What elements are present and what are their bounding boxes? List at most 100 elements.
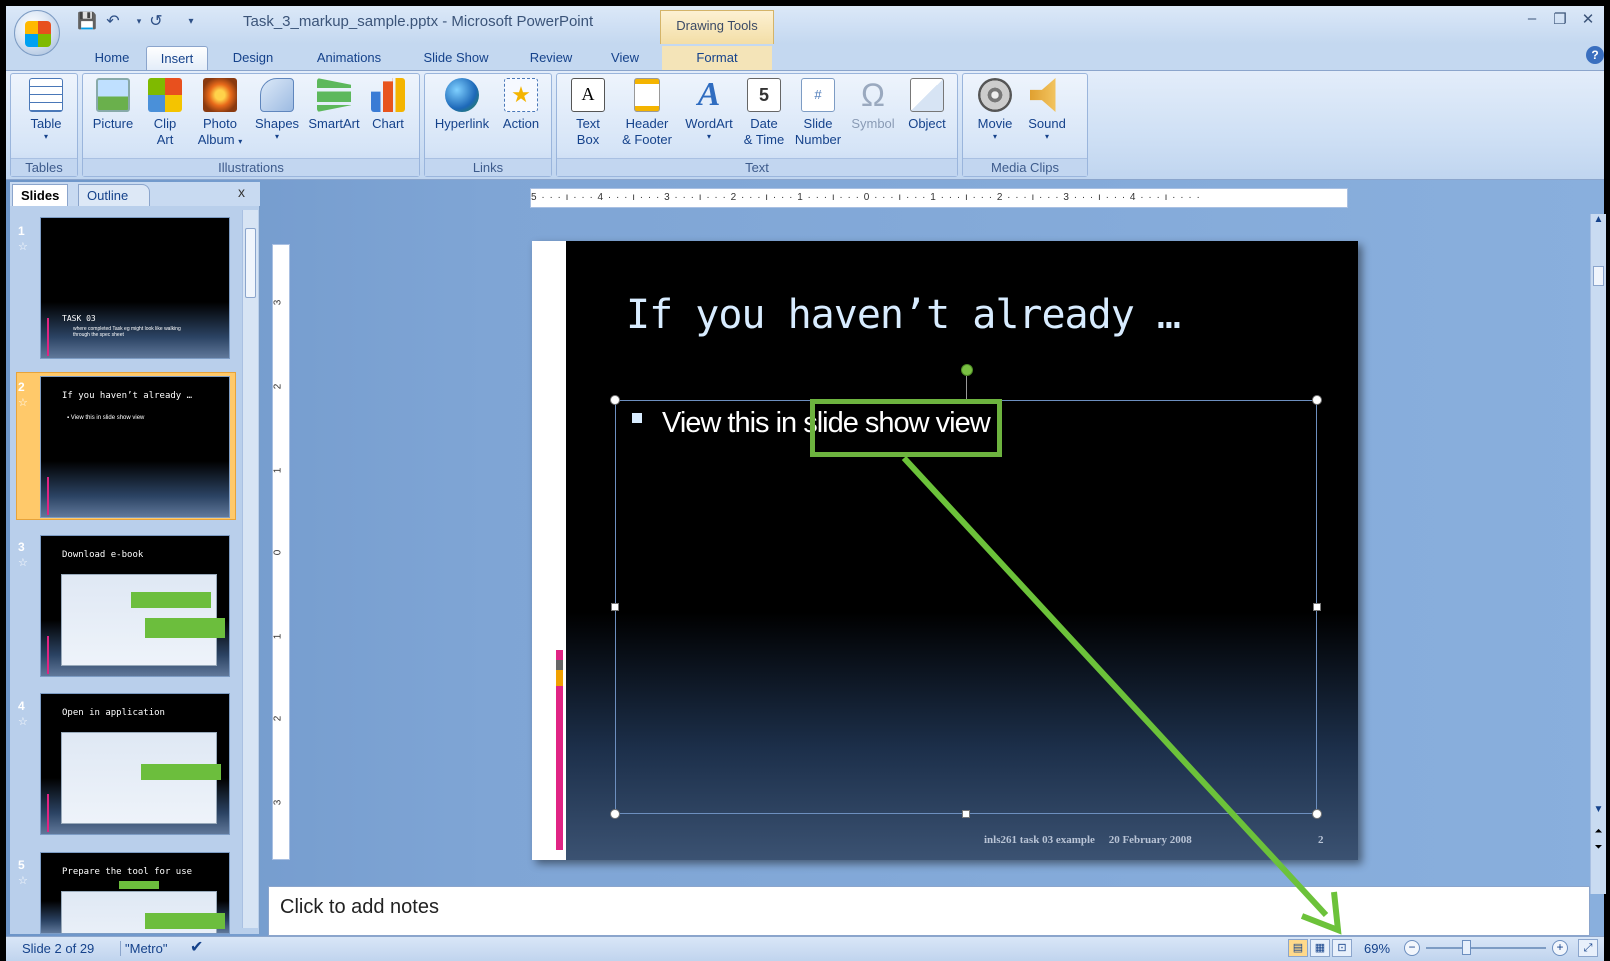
tab-view[interactable]: View (600, 46, 650, 70)
ruler-mark: 3 (272, 799, 284, 806)
slide-show-icon[interactable]: ⊡ (1332, 939, 1352, 957)
hyperlink-button[interactable]: Hyperlink (430, 78, 494, 132)
thumb-title: Prepare the tool for use (62, 867, 193, 877)
normal-view-icon[interactable]: ▤ (1288, 939, 1308, 957)
zoom-out-icon[interactable]: − (1404, 940, 1420, 956)
slide-thumbnail-4[interactable]: Open in application (40, 693, 230, 835)
slide-thumbnail-2[interactable]: If you haven’t already … ▪ View this in … (40, 376, 230, 518)
ruler-mark: 0 (272, 549, 284, 556)
tab-insert[interactable]: Insert (146, 46, 208, 70)
zoom-slider-thumb[interactable] (1462, 940, 1471, 955)
resize-handle[interactable] (611, 603, 619, 611)
restore-icon[interactable]: ❐ (1548, 10, 1572, 32)
button-label: Date (750, 116, 778, 131)
transition-star-icon: ☆ (18, 397, 28, 409)
action-button[interactable]: ★ Action (496, 78, 546, 132)
contextual-tab-group: Drawing Tools (660, 10, 774, 44)
rotation-handle[interactable] (961, 364, 973, 376)
customize-icon[interactable]: ▾ (180, 10, 202, 32)
content-placeholder[interactable] (615, 400, 1317, 814)
button-label: Table (30, 116, 62, 131)
resize-handle[interactable] (1313, 603, 1321, 611)
help-icon[interactable]: ? (1586, 46, 1604, 64)
slide-number-button[interactable]: # Slide Number (790, 78, 846, 148)
office-logo-icon (25, 21, 51, 47)
button-label: SmartArt (308, 116, 360, 131)
tab-home[interactable]: Home (84, 46, 140, 70)
tab-review[interactable]: Review (520, 46, 582, 70)
slide-count: Slide 2 of 29 (22, 941, 95, 956)
date-time-button[interactable]: 5 Date & Time (740, 78, 788, 148)
spelling-check-icon[interactable]: ✔ (190, 937, 203, 957)
scroll-down-icon[interactable]: ▼ (1591, 804, 1606, 820)
save-icon[interactable]: 💾 (76, 10, 98, 32)
chart-button[interactable]: Chart (366, 78, 410, 132)
picture-icon (96, 78, 130, 112)
tab-outline[interactable]: Outline (78, 184, 150, 206)
redo-icon[interactable]: ↺ (145, 10, 167, 32)
fit-to-window-icon[interactable]: ⤢ (1578, 939, 1598, 957)
zoom-slider[interactable] (1426, 947, 1546, 949)
wordart-button[interactable]: A WordArt ▾ (680, 76, 738, 142)
resize-handle[interactable] (1312, 395, 1322, 405)
symbol-button[interactable]: Ω Symbol (848, 78, 898, 132)
sound-button[interactable]: Sound ▾ (1022, 78, 1072, 141)
resize-handle[interactable] (610, 809, 620, 819)
text-box-button[interactable]: A Text Box (564, 78, 612, 148)
tab-format[interactable]: Format (662, 46, 772, 70)
slide-thumbnail-3[interactable]: Download e-book (40, 535, 230, 677)
table-icon (29, 78, 63, 112)
scroll-thumb[interactable] (245, 228, 256, 298)
shapes-button[interactable]: Shapes ▾ (250, 78, 304, 141)
movie-button[interactable]: Movie ▾ (970, 78, 1020, 141)
scroll-up-icon[interactable]: ▲ (1591, 214, 1606, 230)
thumbnail-scrollbar[interactable] (242, 210, 258, 928)
tab-design[interactable]: Design (222, 46, 284, 70)
button-label: Action (502, 116, 540, 131)
slide-sorter-icon[interactable]: ▦ (1310, 939, 1330, 957)
picture-button[interactable]: Picture (88, 78, 138, 132)
next-slide-icon[interactable]: ⏷ (1591, 842, 1606, 858)
thumb-callout (145, 913, 225, 929)
slide-number-4: 4 (18, 699, 25, 713)
slide-scrollbar[interactable]: ▲ ▼ ⏶ ⏷ (1590, 214, 1606, 894)
photo-album-button[interactable]: Photo Album ▾ (192, 78, 248, 150)
notes-pane[interactable] (268, 886, 1590, 936)
previous-slide-icon[interactable]: ⏶ (1591, 826, 1606, 842)
office-button[interactable] (14, 10, 60, 56)
notes-placeholder[interactable]: Click to add notes (280, 896, 439, 919)
resize-handle[interactable] (1312, 809, 1322, 819)
header-footer-button[interactable]: Header & Footer (614, 78, 680, 148)
table-button[interactable]: Table ▾ (22, 78, 70, 141)
transition-star-icon: ☆ (18, 716, 28, 728)
resize-handle[interactable] (610, 395, 620, 405)
button-label: & Footer (622, 132, 672, 147)
undo-icon[interactable]: ↶ (102, 10, 124, 32)
slide-thumbnail-5[interactable]: Prepare the tool for use (40, 852, 230, 934)
wordart-icon: A (697, 76, 721, 113)
minimize-icon[interactable]: – (1520, 10, 1544, 32)
thumb-callout (119, 881, 159, 889)
group-label: Tables (11, 158, 77, 176)
zoom-level[interactable]: 69% (1364, 941, 1390, 956)
button-label: Album (197, 132, 235, 147)
text-box-icon: A (571, 78, 605, 112)
clip-art-button[interactable]: Clip Art (144, 78, 186, 148)
calendar-icon: 5 (747, 78, 781, 112)
slide-thumbnail-1[interactable]: TASK 03 where completed Task eg might lo… (40, 217, 230, 359)
zoom-in-icon[interactable]: + (1552, 940, 1568, 956)
slide-number-icon: # (801, 78, 835, 112)
tab-animations[interactable]: Animations (305, 46, 393, 70)
object-button[interactable]: Object (900, 78, 954, 132)
annotation-highlight-box (810, 399, 1002, 457)
smartart-button[interactable]: SmartArt (304, 78, 364, 132)
thumb-title: TASK 03 (62, 314, 96, 323)
slide-title[interactable]: If you haven’t already … (626, 292, 1181, 338)
ruler-mark: 2 (272, 715, 284, 722)
close-icon[interactable]: ✕ (1576, 10, 1600, 32)
scroll-thumb[interactable] (1593, 266, 1604, 286)
tab-slide-show[interactable]: Slide Show (414, 46, 498, 70)
tab-slides[interactable]: Slides (12, 184, 69, 206)
close-pane-icon[interactable]: x (238, 184, 245, 200)
resize-handle[interactable] (962, 810, 970, 818)
